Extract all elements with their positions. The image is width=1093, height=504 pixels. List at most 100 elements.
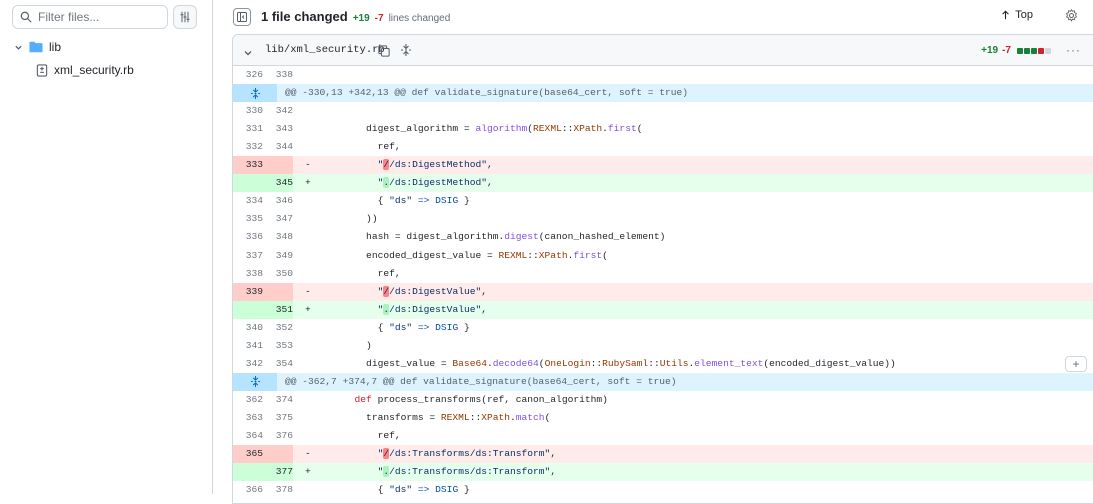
change-summary: 1 file changed +19 -7 lines changed [261,9,450,24]
old-line-number[interactable]: 330 [233,102,263,120]
file-path[interactable]: lib/xml_security.rb [265,44,385,56]
old-line-number[interactable]: 363 [233,409,263,427]
expand-hunk-button[interactable] [233,372,277,391]
tree-file-label: xml_security.rb [54,63,134,77]
collapse-file-button[interactable] [243,45,253,63]
new-line-number[interactable]: 351 [263,300,293,319]
new-line-number[interactable] [263,156,293,175]
new-line-number[interactable]: 344 [263,138,293,156]
unfold-icon [250,87,260,99]
chevron-down-icon [15,45,22,50]
tree-file-xml-security[interactable]: xml_security.rb [36,63,134,77]
filter-files-input[interactable] [38,10,158,24]
new-line-number[interactable]: 377 [263,463,293,482]
code-text: digest_value = Base64.decode64(OneLogin:… [320,357,896,369]
code-text: encoded_digest_value = REXML::XPath.firs… [320,249,608,261]
diff-line-deletion: 333 - "//ds:DigestMethod", [233,156,1093,175]
diff-settings-button[interactable] [1065,9,1078,27]
old-line-number[interactable]: 366 [233,481,263,499]
diff-line-context: 363 375 transforms = REXML::XPath.match( [233,408,1093,427]
new-line-number[interactable]: 375 [263,409,293,427]
toggle-file-tree-button[interactable] [233,8,251,26]
new-line-number[interactable]: 350 [263,265,293,283]
code-text: ref, [320,267,401,279]
old-line-number[interactable]: 338 [233,265,263,283]
new-line-number[interactable]: 347 [263,210,293,228]
filter-options-button[interactable] [173,5,197,29]
diffstat-blocks [1017,47,1051,54]
new-line-number[interactable]: 352 [263,319,293,337]
back-to-top-button[interactable]: Top [1001,9,1033,21]
code-text: "./ds:Transforms/ds:Transform", [377,466,557,478]
new-line-number[interactable]: 338 [263,66,293,84]
old-line-number[interactable]: 362 [233,391,263,409]
old-line-number[interactable] [233,463,263,482]
old-line-number[interactable]: 336 [233,228,263,246]
diff-sign: - [305,448,311,460]
old-line-number[interactable]: 334 [233,192,263,210]
code-text: )) [320,213,378,225]
file-header: lib/xml_security.rb +19 -7 ··· [233,35,1093,66]
diff-line-context: 336 348 hash = digest_algorithm.digest(ca… [233,228,1093,247]
old-line-number[interactable]: 340 [233,319,263,337]
lines-changed-label: lines changed [388,13,451,24]
additions-count: +19 [352,13,370,24]
expand-hunk-button[interactable] [233,84,277,103]
new-line-number[interactable]: 353 [263,337,293,355]
arrow-up-icon [1002,10,1010,20]
new-line-number[interactable]: 354 [263,355,293,373]
diff-sign: - [305,159,311,171]
add-comment-button[interactable]: + [1065,355,1087,372]
file-options-button[interactable]: ··· [1066,43,1081,57]
file-diff-panel: lib/xml_security.rb +19 -7 ··· 326 338 @@ … [232,34,1093,504]
old-line-number[interactable]: 341 [233,337,263,355]
top-label: Top [1015,9,1033,21]
old-line-number[interactable] [233,174,263,193]
new-line-number[interactable]: 342 [263,102,293,120]
new-line-number[interactable]: 346 [263,192,293,210]
old-line-number[interactable]: 331 [233,120,263,138]
code-text: "./ds:DigestValue", [377,303,487,315]
old-line-number[interactable]: 365 [233,445,263,464]
old-line-number[interactable]: 333 [233,156,263,175]
diff-line-context: 332 344 ref, [233,138,1093,157]
new-line-number[interactable]: 349 [263,247,293,265]
new-line-number[interactable]: 345 [263,174,293,193]
old-line-number[interactable]: 337 [233,247,263,265]
diff-line-context: 334 346 { "ds" => DSIG } [233,192,1093,211]
filter-sliders-icon [180,11,190,23]
sidebar-collapse-icon [237,12,247,22]
hunk-header-text: @@ -330,13 +342,13 @@ def validate_signa… [285,87,689,99]
search-icon [20,11,32,23]
new-line-number[interactable]: 378 [263,481,293,499]
diff-line-addition: 345 + "./ds:DigestMethod", [233,174,1093,193]
file-additions: +19 [981,45,999,56]
code-text: ref, [320,430,401,441]
expand-all-button[interactable] [400,43,412,62]
new-line-number[interactable] [263,282,293,301]
new-line-number[interactable]: 376 [263,427,293,445]
old-line-number[interactable]: 342 [233,355,263,373]
new-line-number[interactable]: 374 [263,391,293,409]
diff-line-context: 341 353 ) [233,336,1093,355]
diff-line-context: 366 378 { "ds" => DSIG } [233,481,1093,500]
unfold-icon [401,44,411,56]
new-line-number[interactable]: 348 [263,228,293,246]
code-text: "//ds:DigestValue", [377,285,487,297]
old-line-number[interactable]: 326 [233,66,263,84]
old-line-number[interactable]: 339 [233,282,263,301]
unfold-icon [250,376,260,388]
filter-files-box[interactable] [12,5,168,29]
new-line-number[interactable] [263,445,293,464]
old-line-number[interactable]: 332 [233,138,263,156]
diff-line-context: 326 338 [233,66,1093,85]
new-line-number[interactable]: 343 [263,120,293,138]
copy-path-button[interactable] [378,44,390,62]
tree-directory-label: lib [49,40,62,54]
old-line-number[interactable]: 364 [233,427,263,445]
tree-directory-lib[interactable]: lib [14,40,61,54]
old-line-number[interactable] [233,300,263,319]
chevron-down-icon [244,51,252,56]
file-tree-sidebar: lib xml_security.rb [0,0,213,494]
old-line-number[interactable]: 335 [233,210,263,228]
